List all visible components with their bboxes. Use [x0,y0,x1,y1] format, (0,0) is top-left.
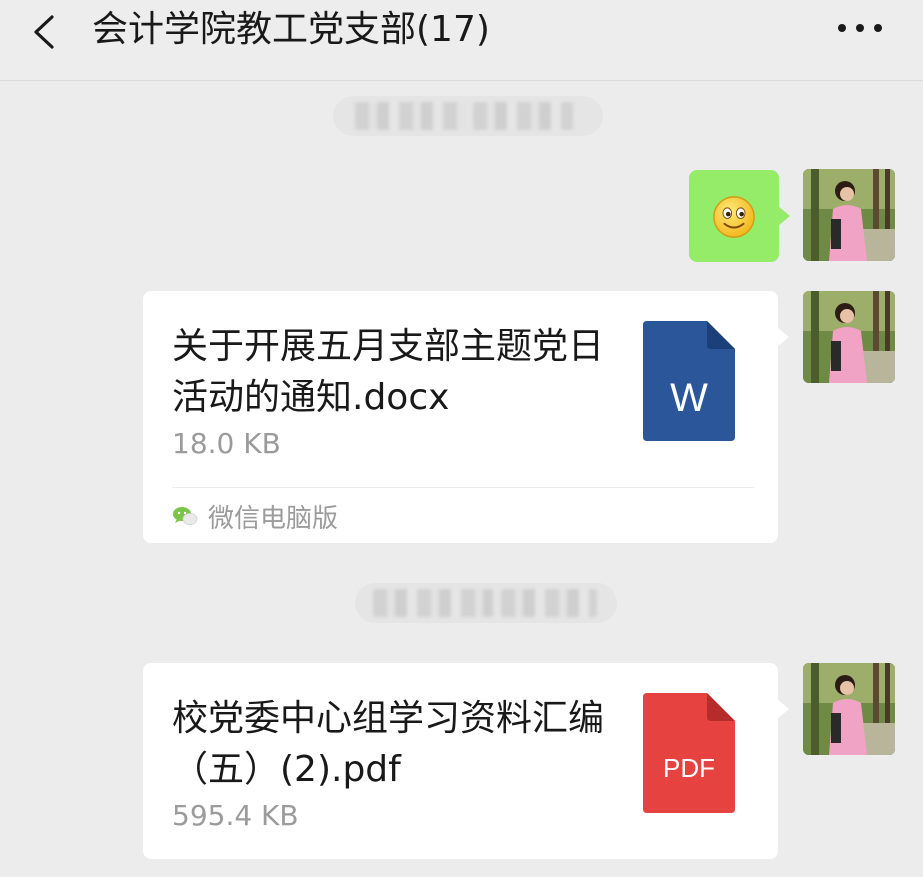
source-label: 微信电脑版 [172,499,339,534]
card-divider [172,487,754,488]
file-size: 18.0 KB [172,427,281,460]
file-size: 595.4 KB [172,799,299,832]
pdf-icon-label: PDF [663,753,715,783]
wechat-icon [173,507,198,525]
smiley-emoji-icon [713,196,755,238]
more-dots-icon[interactable] [832,16,888,40]
file-name: 校党委中心组学习资料汇编（五）(2).pdf [172,698,605,790]
word-file-icon: W [643,321,735,441]
back-chevron-icon[interactable] [26,12,66,52]
timestamp [355,583,617,623]
avatar[interactable] [803,663,895,755]
avatar[interactable] [803,291,895,383]
avatar[interactable] [803,169,895,261]
word-icon-label: W [670,376,708,420]
avatar-photo [803,663,895,755]
avatar-photo [803,169,895,261]
chat-header: 会计学院教工党支部(17) [0,0,923,81]
file-message-pdf[interactable]: 校党委中心组学习资料汇编（五）(2).pdf 595.4 KB PDF [143,663,789,859]
emoji-bubble[interactable] [689,170,790,262]
file-message-docx[interactable]: 关于开展五月支部主题党日活动的通知.docx 18.0 KB W 微信电脑版 [143,291,789,543]
file-name: 关于开展五月支部主题党日活动的通知.docx [172,326,605,418]
avatar-photo [803,291,895,383]
source-text: 微信电脑版 [208,503,339,534]
chat-title: 会计学院教工党支部(17) [92,9,490,50]
pdf-file-icon: PDF [643,693,735,813]
timestamp [333,96,603,136]
